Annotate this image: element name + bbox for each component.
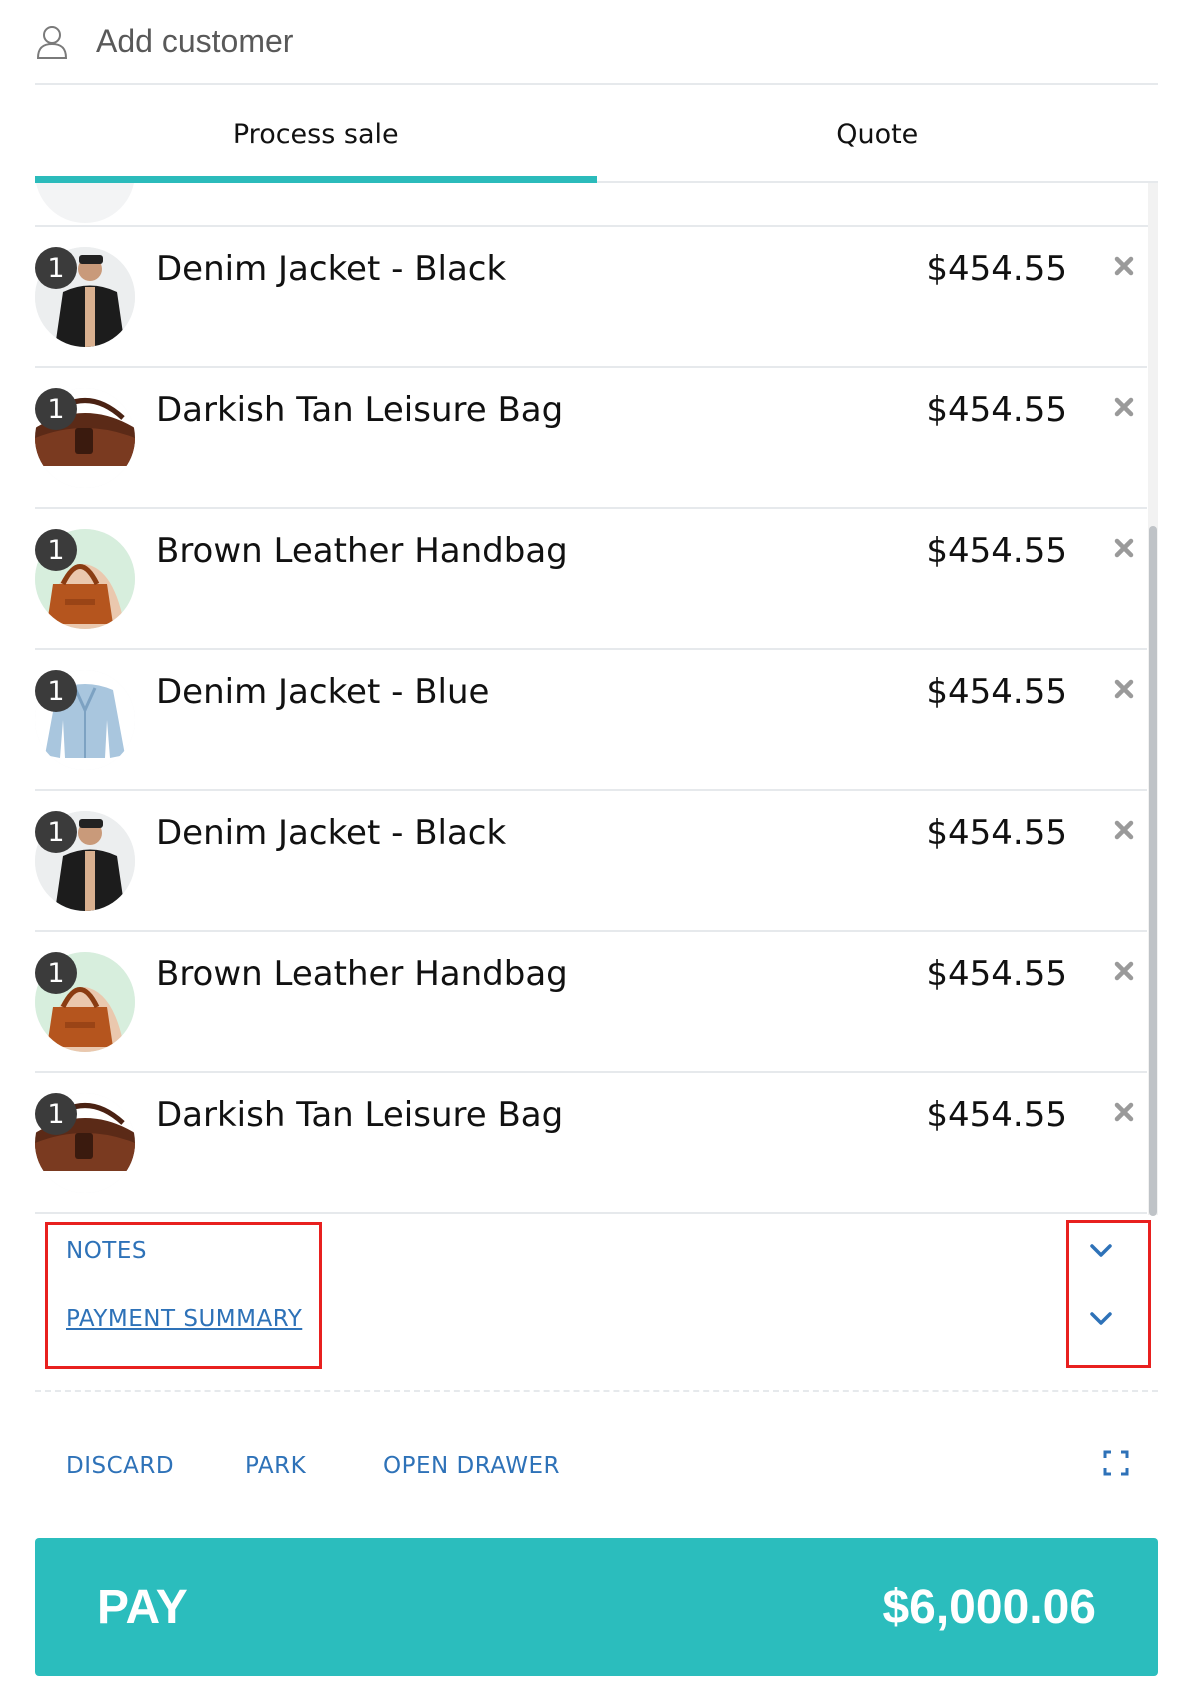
quantity-badge: 1 [35,952,77,994]
highlight-box [45,1222,322,1369]
pay-total: $6,000.06 [882,1580,1096,1634]
user-icon [35,25,69,59]
cart-scrollbar[interactable] [1148,183,1158,1216]
product-name[interactable]: Darkish Tan Leisure Bag [156,390,563,430]
pay-button[interactable]: PAY $6,000.06 [35,1538,1158,1676]
product-price: $454.55 [926,672,1067,712]
quantity-badge: 1 [35,529,77,571]
remove-icon[interactable] [1113,1101,1137,1125]
cart-line-item[interactable]: 1 Denim Jacket - Black $454.55 [35,227,1147,368]
list-item-partial [35,183,1158,227]
cart-line-item[interactable]: 1 Brown Leather Handbag $454.55 [35,932,1147,1073]
highlight-box [1066,1220,1151,1368]
quantity-badge: 1 [35,670,77,712]
fullscreen-icon[interactable] [1103,1450,1133,1480]
product-price: $454.55 [926,531,1067,571]
quantity-badge: 1 [35,1093,77,1135]
product-name[interactable]: Denim Jacket - Black [156,813,506,853]
product-price: $454.55 [926,813,1067,853]
sale-tabs: Process sale Quote [35,87,1158,183]
discard-button[interactable]: DISCARD [66,1453,174,1479]
product-price: $454.55 [926,954,1067,994]
product-price: $454.55 [926,249,1067,289]
quantity-badge: 1 [35,811,77,853]
cart-accordion: NOTES PAYMENT SUMMARY [35,1216,1158,1392]
quantity-badge: 1 [35,388,77,430]
cart-line-item[interactable]: 1 Denim Jacket - Blue $454.55 [35,650,1147,791]
remove-icon[interactable] [1113,396,1137,420]
remove-icon[interactable] [1113,960,1137,984]
product-price: $454.55 [926,390,1067,430]
cart-actions: DISCARD PARK OPEN DRAWER [35,1440,1158,1492]
scrollbar-thumb[interactable] [1149,526,1157,1216]
remove-icon[interactable] [1113,537,1137,561]
remove-icon[interactable] [1113,678,1137,702]
remove-icon[interactable] [1113,819,1137,843]
tab-quote[interactable]: Quote [597,87,1159,181]
product-name[interactable]: Darkish Tan Leisure Bag [156,1095,563,1135]
remove-icon[interactable] [1113,255,1137,279]
pay-label: PAY [97,1580,188,1634]
quantity-badge: 1 [35,247,77,289]
product-name[interactable]: Denim Jacket - Blue [156,672,489,712]
customer-bar[interactable]: Add customer [35,0,1158,85]
product-name[interactable]: Brown Leather Handbag [156,531,568,571]
park-button[interactable]: PARK [245,1453,306,1479]
cart-item-list[interactable]: 1 Denim Jacket - Black $454.55 1 Darkish Tan… [35,183,1158,1215]
product-price: $454.55 [926,1095,1067,1135]
add-customer-label[interactable]: Add customer [96,23,293,60]
product-name[interactable]: Brown Leather Handbag [156,954,568,994]
product-name[interactable]: Denim Jacket - Black [156,249,506,289]
cart-line-item[interactable]: 1 Darkish Tan Leisure Bag $454.55 [35,368,1147,509]
cart-line-item[interactable]: 1 Denim Jacket - Black $454.55 [35,791,1147,932]
cart-items: 1 Denim Jacket - Black $454.55 1 Darkish Tan… [35,227,1158,1214]
cart-line-item[interactable]: 1 Brown Leather Handbag $454.55 [35,509,1147,650]
open-drawer-button[interactable]: OPEN DRAWER [383,1453,560,1479]
cart-line-item[interactable]: 1 Darkish Tan Leisure Bag $454.55 [35,1073,1147,1214]
product-thumbnail [35,183,135,223]
tab-process-sale[interactable]: Process sale [35,87,597,183]
